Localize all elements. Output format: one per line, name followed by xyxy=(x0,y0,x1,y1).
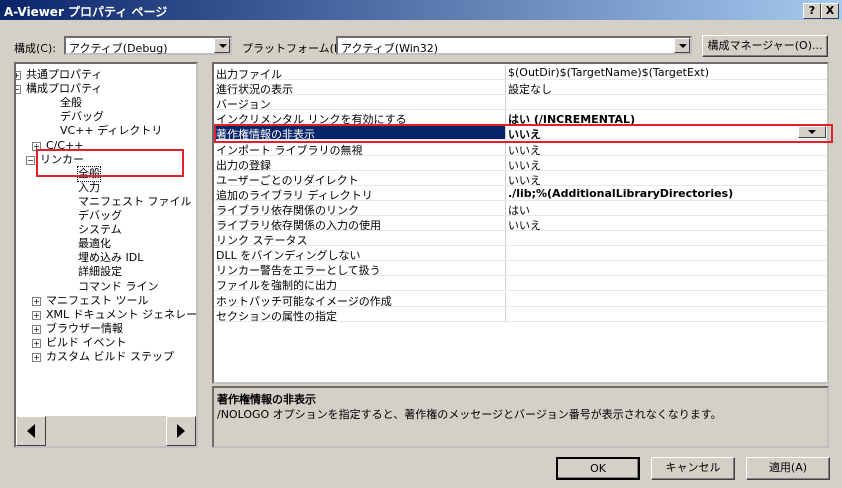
column-divider xyxy=(505,231,506,247)
column-divider xyxy=(505,216,506,231)
property-row[interactable]: リンク ステータス xyxy=(214,231,827,247)
tree-item[interactable]: 埋め込み IDL xyxy=(78,251,143,265)
tree-item[interactable]: XML ドキュメント ジェネレーター xyxy=(46,308,196,322)
column-divider xyxy=(505,185,506,201)
left-arrow-icon xyxy=(27,424,35,438)
tree-item[interactable]: 詳細設定 xyxy=(78,265,122,279)
property-row[interactable]: 追加のライブラリ ディレクトリ ./lib;%(AdditionalLibrary… xyxy=(214,185,827,202)
tree-scrollbar[interactable] xyxy=(16,416,196,446)
tree-item[interactable]: マニフェスト ファイル xyxy=(78,195,192,209)
title-bar: A-Viewer プロパティ ページ ? X xyxy=(0,0,842,20)
tree-item[interactable]: マニフェスト ツール xyxy=(46,294,149,308)
apply-button[interactable]: 適用(A) xyxy=(746,457,830,480)
property-row[interactable]: セクションの属性の指定 xyxy=(214,306,827,323)
column-divider xyxy=(505,306,506,322)
column-divider xyxy=(505,155,506,171)
property-grid[interactable]: 出力ファイル $(OutDir)$(TargetName)$(TargetExt)… xyxy=(212,62,829,384)
config-label: 構成(C): xyxy=(14,42,56,55)
property-row[interactable]: ライブラリ依存関係の入力の使用 いいえ xyxy=(214,216,827,232)
tree-item[interactable]: 全般 xyxy=(60,96,82,110)
row-divider xyxy=(214,320,827,322)
tree-item[interactable]: ビルド イベント xyxy=(46,336,127,350)
property-row[interactable]: バージョン xyxy=(214,95,827,111)
column-divider xyxy=(505,246,506,262)
property-row[interactable]: 出力の登録 いいえ xyxy=(214,155,827,172)
tree-expander-icon[interactable]: + xyxy=(32,296,41,306)
scroll-left-arrow[interactable] xyxy=(16,416,46,446)
property-tree[interactable]: +共通プロパティ−構成プロパティ全般デバッグVC++ ディレクトリ+C/C++−… xyxy=(14,62,198,448)
column-divider xyxy=(505,261,506,277)
tree-item[interactable]: 構成プロパティ xyxy=(26,82,102,96)
column-divider xyxy=(505,65,506,80)
property-value[interactable]: ./lib;%(AdditionalLibraryDirectories) xyxy=(508,187,733,200)
config-value: アクティブ(Debug) xyxy=(69,42,168,55)
tree-item[interactable]: 共通プロパティ xyxy=(26,68,102,82)
property-value[interactable]: $(OutDir)$(TargetName)$(TargetExt) xyxy=(508,66,709,79)
tree-item[interactable]: VC++ ディレクトリ xyxy=(60,124,162,138)
column-divider xyxy=(505,95,506,111)
config-manager-button[interactable]: 構成マネージャー(O)... xyxy=(702,35,828,57)
tree-item[interactable]: システム xyxy=(78,223,122,237)
column-divider xyxy=(505,80,506,96)
close-button[interactable]: X xyxy=(821,3,839,19)
right-arrow-icon xyxy=(177,424,185,438)
tree-expander-icon[interactable]: − xyxy=(26,155,35,165)
nologo-highlight-box xyxy=(214,124,833,143)
chevron-down-icon[interactable] xyxy=(674,38,690,53)
linker-highlight-box xyxy=(36,149,184,177)
description-title: 著作権情報の非表示 xyxy=(217,393,316,406)
column-divider xyxy=(505,170,506,186)
config-combo[interactable]: アクティブ(Debug) xyxy=(64,36,232,55)
property-row[interactable]: DLL をバインディングしない xyxy=(214,246,827,262)
tree-expander-icon[interactable]: + xyxy=(32,310,41,320)
property-row[interactable]: ユーザーごとのリダイレクト いいえ xyxy=(214,170,827,187)
chevron-down-icon[interactable] xyxy=(214,38,230,53)
ok-button[interactable]: OK xyxy=(556,457,640,480)
property-row[interactable]: ライブラリ依存関係のリンク はい xyxy=(214,200,827,217)
tree-expander-icon[interactable]: + xyxy=(32,353,41,362)
help-button[interactable]: ? xyxy=(803,3,821,19)
platform-combo[interactable]: アクティブ(Win32) xyxy=(336,36,692,55)
tree-expander-icon[interactable]: + xyxy=(32,338,41,348)
property-row[interactable]: ファイルを強制的に出力 xyxy=(214,276,827,292)
cancel-button[interactable]: キャンセル xyxy=(651,457,735,480)
property-row[interactable]: 出力ファイル $(OutDir)$(TargetName)$(TargetExt) xyxy=(214,65,827,81)
description-text: /NOLOGO オプションを指定すると、著作権のメッセージとバージョン番号が表示… xyxy=(217,408,722,421)
column-divider xyxy=(505,200,506,216)
tree-item[interactable]: ブラウザー情報 xyxy=(46,322,123,336)
tree-item[interactable]: デバッグ xyxy=(60,110,104,124)
platform-value: アクティブ(Win32) xyxy=(341,42,439,55)
tree-item[interactable]: 入力 xyxy=(78,181,100,195)
tree-item[interactable]: カスタム ビルド ステップ xyxy=(46,350,174,364)
tree-item[interactable]: 最適化 xyxy=(78,237,111,251)
column-divider xyxy=(505,291,506,307)
window-title: A-Viewer プロパティ ページ xyxy=(4,5,168,19)
scroll-right-arrow[interactable] xyxy=(166,416,196,446)
platform-label: プラットフォーム(P): xyxy=(242,42,349,55)
column-divider xyxy=(505,276,506,292)
property-row[interactable]: 進行状況の表示 設定なし xyxy=(214,80,827,96)
tree-expander-icon[interactable]: + xyxy=(16,71,21,80)
property-row[interactable]: リンカー警告をエラーとして扱う xyxy=(214,261,827,277)
tree-expander-icon[interactable]: − xyxy=(16,85,21,95)
tree-item[interactable]: コマンド ライン xyxy=(78,280,159,294)
property-row[interactable]: ホットパッチ可能なイメージの作成 xyxy=(214,291,827,308)
description-panel: 著作権情報の非表示 /NOLOGO オプションを指定すると、著作権のメッセージと… xyxy=(212,386,829,448)
tree-expander-icon[interactable]: + xyxy=(32,324,41,334)
tree-item[interactable]: デバッグ xyxy=(78,209,122,223)
